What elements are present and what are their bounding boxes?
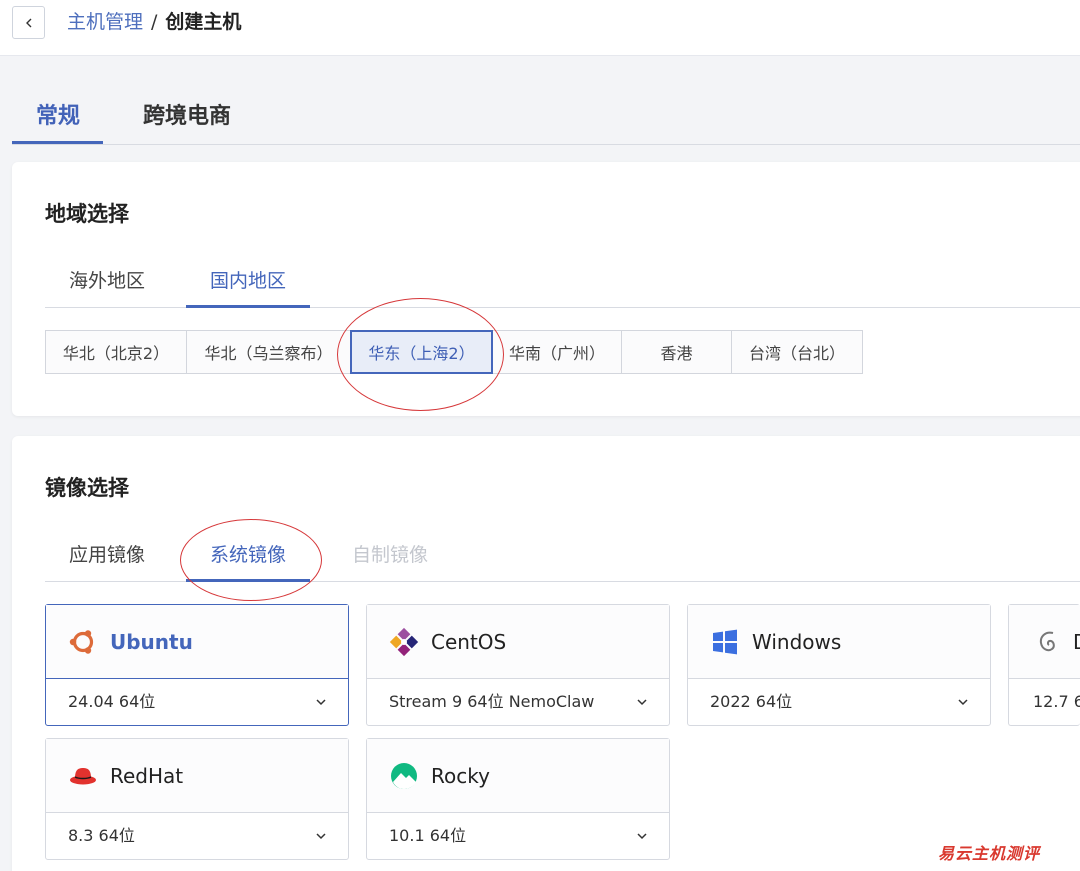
region-title: 地域选择 xyxy=(45,202,129,226)
os-version-select[interactable]: 2022 64位 xyxy=(710,691,792,713)
chevron-down-icon[interactable] xyxy=(635,695,649,709)
os-card-header: Ubuntu xyxy=(46,605,348,679)
region-tab-indicator xyxy=(186,305,310,308)
image-tabs: 应用镜像 系统镜像 自制镜像 xyxy=(45,532,1080,582)
tab-general[interactable]: 常规 xyxy=(36,102,80,132)
os-card-windows[interactable]: Windows 2022 64位 xyxy=(687,604,991,726)
region-options: 华北（北京2） 华北（乌兰察布） 华东（上海2） 华南（广州） 香港 台湾（台北… xyxy=(45,330,863,374)
tab-system-image[interactable]: 系统镜像 xyxy=(210,542,286,568)
chevron-down-icon[interactable] xyxy=(635,829,649,843)
os-card-rocky[interactable]: Rocky 10.1 64位 xyxy=(366,738,670,860)
redhat-icon xyxy=(70,768,96,785)
ubuntu-icon xyxy=(69,630,94,654)
tab-domestic[interactable]: 国内地区 xyxy=(210,268,286,294)
image-title: 镜像选择 xyxy=(45,476,129,500)
region-option-taipei[interactable]: 台湾（台北） xyxy=(731,330,863,374)
breadcrumb: 主机管理 / 创建主机 xyxy=(67,10,241,34)
os-version-select[interactable]: 24.04 64位 xyxy=(68,691,155,713)
main-tabs: 常规 跨境电商 xyxy=(12,88,1080,145)
os-card-header: CentOS xyxy=(367,605,669,679)
os-card-centos[interactable]: CentOS Stream 9 64位 NemoClaw xyxy=(366,604,670,726)
chevron-down-icon[interactable] xyxy=(956,695,970,709)
chevron-down-icon[interactable] xyxy=(314,829,328,843)
watermark: 易云主机测评 xyxy=(938,844,1041,863)
region-option-shanghai2[interactable]: 华东（上海2） xyxy=(350,330,493,374)
os-card-header: Windows xyxy=(688,605,990,679)
image-tab-indicator xyxy=(186,579,310,582)
region-tabs: 海外地区 国内地区 xyxy=(45,258,1080,308)
os-card-redhat[interactable]: RedHat 8.3 64位 xyxy=(45,738,349,860)
tab-cross-border-ecommerce[interactable]: 跨境电商 xyxy=(143,102,231,132)
os-name: Rocky xyxy=(431,764,490,788)
os-card-header: D xyxy=(1009,605,1080,679)
os-card-header: RedHat xyxy=(46,739,348,813)
chevron-left-icon xyxy=(25,18,31,27)
os-name: Windows xyxy=(752,630,842,654)
os-version-select[interactable]: 10.1 64位 xyxy=(389,825,466,847)
tab-custom-image: 自制镜像 xyxy=(352,544,429,566)
os-name: Ubuntu xyxy=(110,630,193,654)
os-card-header: Rocky xyxy=(367,739,669,813)
region-option-ulanqab[interactable]: 华北（乌兰察布） xyxy=(186,330,351,374)
breadcrumb-parent-link[interactable]: 主机管理 xyxy=(67,11,143,33)
windows-icon xyxy=(713,629,737,655)
breadcrumb-current: 创建主机 xyxy=(165,11,242,33)
os-name: RedHat xyxy=(110,764,184,788)
rocky-icon xyxy=(391,763,417,789)
region-card: 地域选择 海外地区 国内地区 华北（北京2） 华北（乌兰察布） 华东（上海2） … xyxy=(12,162,1080,416)
debian-icon xyxy=(1039,631,1055,652)
os-version-select[interactable]: 8.3 64位 xyxy=(68,825,135,847)
back-button[interactable] xyxy=(12,6,45,39)
tab-overseas[interactable]: 海外地区 xyxy=(69,268,145,294)
tab-app-image[interactable]: 应用镜像 xyxy=(69,542,145,568)
breadcrumb-separator: / xyxy=(151,11,158,33)
os-card-ubuntu[interactable]: Ubuntu 24.04 64位 xyxy=(45,604,349,726)
os-name: CentOS xyxy=(431,630,507,654)
top-bar: 主机管理 / 创建主机 xyxy=(0,0,1080,56)
region-option-hongkong[interactable]: 香港 xyxy=(621,330,732,374)
centos-icon xyxy=(389,627,419,657)
os-version-select[interactable]: Stream 9 64位 NemoClaw xyxy=(389,691,594,713)
region-option-beijing2[interactable]: 华北（北京2） xyxy=(45,330,187,374)
os-card-debian[interactable]: D 12.7 6 xyxy=(1008,604,1080,726)
chevron-down-icon[interactable] xyxy=(314,695,328,709)
os-name: D xyxy=(1073,628,1080,656)
os-version-select[interactable]: 12.7 6 xyxy=(1033,691,1080,713)
active-tab-indicator xyxy=(12,141,103,144)
region-option-guangzhou[interactable]: 华南（广州） xyxy=(492,330,622,374)
